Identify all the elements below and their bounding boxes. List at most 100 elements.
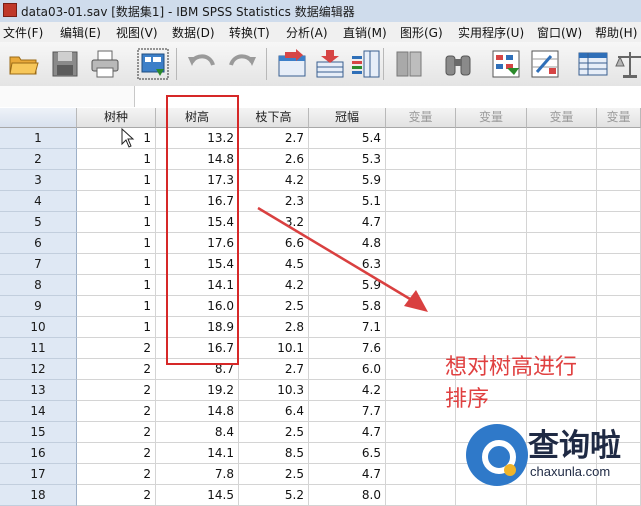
cell-empty[interactable] bbox=[597, 212, 641, 233]
column-header-species[interactable]: 树种 bbox=[77, 108, 156, 128]
cell-branch-height[interactable]: 6.4 bbox=[239, 401, 309, 422]
menu-window[interactable]: 窗口(W) bbox=[537, 24, 582, 41]
print-icon[interactable] bbox=[89, 48, 121, 80]
cell-empty[interactable] bbox=[456, 296, 527, 317]
insert-cases-icon[interactable] bbox=[314, 48, 346, 80]
cell-tree-height[interactable]: 19.2 bbox=[156, 380, 239, 401]
cell-species[interactable]: 1 bbox=[77, 191, 156, 212]
redo-icon[interactable] bbox=[226, 48, 258, 80]
menu-analyze[interactable]: 分析(A) bbox=[286, 24, 328, 41]
cell-empty[interactable] bbox=[456, 191, 527, 212]
menu-transform[interactable]: 转换(T) bbox=[229, 24, 270, 41]
row-header[interactable]: 11 bbox=[0, 338, 77, 359]
column-header-empty-var[interactable]: 变量 bbox=[597, 108, 641, 128]
cell-empty[interactable] bbox=[527, 212, 597, 233]
cell-empty[interactable] bbox=[527, 128, 597, 149]
row-header[interactable]: 1 bbox=[0, 128, 77, 149]
cell-tree-height[interactable]: 14.8 bbox=[156, 401, 239, 422]
cell-empty[interactable] bbox=[597, 296, 641, 317]
value-labels-icon[interactable] bbox=[577, 48, 609, 80]
row-header[interactable]: 10 bbox=[0, 317, 77, 338]
row-header[interactable]: 7 bbox=[0, 254, 77, 275]
row-header[interactable]: 3 bbox=[0, 170, 77, 191]
cell-empty[interactable] bbox=[456, 317, 527, 338]
cell-crown-width[interactable]: 7.6 bbox=[309, 338, 386, 359]
cell-empty[interactable] bbox=[456, 254, 527, 275]
cell-empty[interactable] bbox=[456, 170, 527, 191]
cell-empty[interactable] bbox=[386, 170, 456, 191]
cell-crown-width[interactable]: 7.7 bbox=[309, 401, 386, 422]
cell-crown-width[interactable]: 4.7 bbox=[309, 422, 386, 443]
cell-branch-height[interactable]: 8.5 bbox=[239, 443, 309, 464]
row-header[interactable]: 15 bbox=[0, 422, 77, 443]
row-header[interactable]: 16 bbox=[0, 443, 77, 464]
goto-case-icon[interactable] bbox=[276, 48, 308, 80]
row-header[interactable]: 6 bbox=[0, 233, 77, 254]
cell-empty[interactable] bbox=[386, 422, 456, 443]
row-header[interactable]: 2 bbox=[0, 149, 77, 170]
cell-species[interactable]: 2 bbox=[77, 359, 156, 380]
find-icon[interactable] bbox=[442, 48, 474, 80]
select-cases-icon[interactable] bbox=[490, 48, 522, 80]
row-header[interactable]: 8 bbox=[0, 275, 77, 296]
cell-branch-height[interactable]: 2.6 bbox=[239, 149, 309, 170]
menu-edit[interactable]: 编辑(E) bbox=[60, 24, 101, 41]
cell-species[interactable]: 1 bbox=[77, 275, 156, 296]
row-header[interactable]: 5 bbox=[0, 212, 77, 233]
cell-branch-height[interactable]: 2.7 bbox=[239, 359, 309, 380]
insert-variable-icon[interactable] bbox=[350, 48, 382, 80]
column-header-crown-width[interactable]: 冠幅 bbox=[309, 108, 386, 128]
cell-empty[interactable] bbox=[597, 170, 641, 191]
cell-species[interactable]: 2 bbox=[77, 338, 156, 359]
menu-file[interactable]: 文件(F) bbox=[3, 24, 43, 41]
cell-empty[interactable] bbox=[527, 233, 597, 254]
weight-cases-icon[interactable] bbox=[529, 48, 561, 80]
column-header-empty-var[interactable]: 变量 bbox=[386, 108, 456, 128]
cell-empty[interactable] bbox=[597, 338, 641, 359]
cell-tree-height[interactable]: 14.1 bbox=[156, 443, 239, 464]
cell-empty[interactable] bbox=[597, 380, 641, 401]
cell-empty[interactable] bbox=[527, 296, 597, 317]
cell-species[interactable]: 1 bbox=[77, 128, 156, 149]
menu-help[interactable]: 帮助(H) bbox=[595, 24, 637, 41]
cell-species[interactable]: 1 bbox=[77, 254, 156, 275]
cell-crown-width[interactable]: 4.2 bbox=[309, 380, 386, 401]
grid-corner[interactable] bbox=[0, 108, 77, 128]
cell-crown-width[interactable]: 5.3 bbox=[309, 149, 386, 170]
cell-empty[interactable] bbox=[597, 359, 641, 380]
scale-icon[interactable] bbox=[614, 48, 641, 80]
cell-empty[interactable] bbox=[386, 464, 456, 485]
cell-crown-width[interactable]: 6.5 bbox=[309, 443, 386, 464]
cell-species[interactable]: 1 bbox=[77, 233, 156, 254]
cell-species[interactable]: 1 bbox=[77, 296, 156, 317]
cell-branch-height[interactable]: 10.1 bbox=[239, 338, 309, 359]
cell-crown-width[interactable]: 4.7 bbox=[309, 464, 386, 485]
cell-species[interactable]: 1 bbox=[77, 170, 156, 191]
cell-crown-width[interactable]: 5.4 bbox=[309, 128, 386, 149]
cell-empty[interactable] bbox=[456, 212, 527, 233]
cell-branch-height[interactable]: 4.2 bbox=[239, 170, 309, 191]
cell-empty[interactable] bbox=[456, 128, 527, 149]
cell-species[interactable]: 2 bbox=[77, 443, 156, 464]
cell-empty[interactable] bbox=[527, 170, 597, 191]
cell-empty[interactable] bbox=[597, 149, 641, 170]
dialog-recall-icon[interactable] bbox=[137, 48, 169, 80]
menu-direct-marketing[interactable]: 直销(M) bbox=[343, 24, 387, 41]
save-icon[interactable] bbox=[49, 48, 81, 80]
cell-empty[interactable] bbox=[597, 233, 641, 254]
row-header[interactable]: 4 bbox=[0, 191, 77, 212]
menu-graphs[interactable]: 图形(G) bbox=[400, 24, 443, 41]
split-file-icon[interactable] bbox=[393, 48, 425, 80]
cell-tree-height[interactable]: 8.4 bbox=[156, 422, 239, 443]
cell-species[interactable]: 2 bbox=[77, 422, 156, 443]
cell-branch-height[interactable]: 2.5 bbox=[239, 422, 309, 443]
column-header-empty-var[interactable]: 变量 bbox=[527, 108, 597, 128]
open-folder-icon[interactable] bbox=[8, 48, 40, 80]
cell-empty[interactable] bbox=[456, 233, 527, 254]
cell-empty[interactable] bbox=[597, 191, 641, 212]
menu-utilities[interactable]: 实用程序(U) bbox=[458, 24, 524, 41]
menu-data[interactable]: 数据(D) bbox=[172, 24, 215, 41]
row-header[interactable]: 17 bbox=[0, 464, 77, 485]
cell-empty[interactable] bbox=[527, 149, 597, 170]
cell-species[interactable]: 1 bbox=[77, 149, 156, 170]
